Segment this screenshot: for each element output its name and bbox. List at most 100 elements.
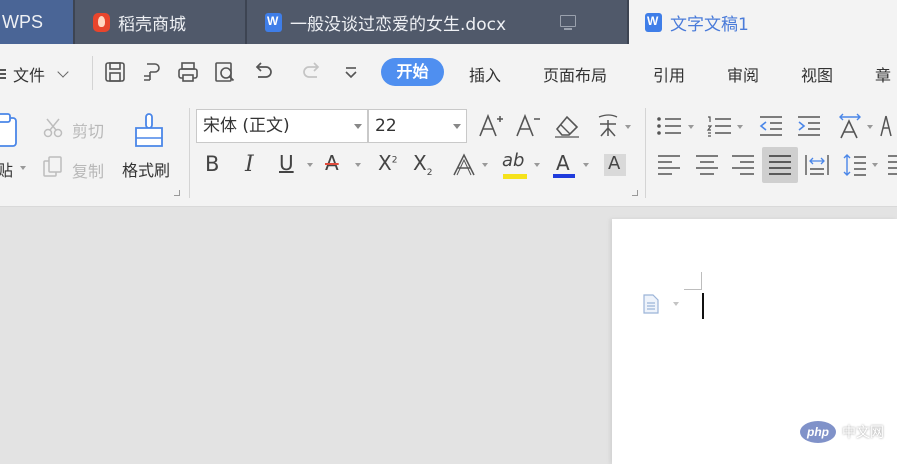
align-center-icon[interactable] (694, 154, 720, 176)
paste-icon[interactable] (0, 112, 20, 148)
chevron-down-icon (453, 124, 461, 129)
redo-icon[interactable] (301, 61, 323, 83)
font-color-icon[interactable]: A (556, 151, 570, 175)
character-shading-button[interactable]: A (604, 153, 626, 176)
text-direction-dropdown-icon[interactable] (867, 125, 873, 129)
line-spacing-dropdown-icon[interactable] (872, 163, 878, 167)
italic-icon[interactable]: I (245, 152, 254, 177)
word-doc-icon (645, 12, 662, 32)
decrease-indent-icon[interactable] (758, 114, 784, 138)
copy-icon[interactable] (42, 156, 64, 178)
tab-home[interactable]: 开始 (381, 58, 444, 86)
distributed-align-icon[interactable] (804, 153, 830, 177)
file-menu-label: 文件 (13, 66, 46, 85)
strikethrough-icon[interactable]: A (325, 151, 339, 175)
divider (92, 56, 93, 90)
tab-document-2-active[interactable]: 文字文稿1 (629, 0, 897, 44)
font-color-swatch (553, 174, 575, 178)
paste-label: 粘贴 (0, 161, 13, 180)
paragraph-mark-icon[interactable] (886, 154, 897, 176)
increase-indent-icon[interactable] (796, 114, 822, 138)
window-tab-bar: WPS 稻壳商城 一般没谈过恋爱的女生.docx 文字文稿1 (0, 0, 897, 44)
bold-icon[interactable]: B (205, 152, 219, 176)
paste-button[interactable]: 粘贴 (0, 157, 13, 185)
tab-view[interactable]: 视图 (801, 62, 833, 86)
bullet-list-icon[interactable] (656, 114, 682, 138)
chevron-down-icon (57, 66, 69, 78)
menu-icon (0, 69, 6, 79)
phonetic-dropdown-icon[interactable] (625, 125, 631, 129)
text-effect-icon[interactable] (452, 153, 476, 177)
tab-wps-home[interactable]: WPS (0, 0, 73, 44)
text-effect-dropdown-icon[interactable] (482, 163, 488, 167)
divider (189, 108, 190, 198)
underline-icon[interactable]: U (279, 151, 294, 175)
tab-chapter[interactable]: 章 (875, 62, 891, 86)
divider (645, 108, 646, 198)
font-dialog-launcher[interactable] (632, 190, 638, 196)
tab-doc2-label: 文字文稿1 (670, 14, 749, 35)
file-menu-button[interactable]: 文件 (0, 62, 69, 86)
format-painter-button[interactable]: 格式刷 (122, 157, 170, 181)
clipboard-dialog-launcher[interactable] (174, 190, 180, 196)
font-size-value: 22 (375, 116, 397, 136)
watermark-logo: php (800, 421, 836, 443)
phonetic-guide-icon[interactable] (596, 112, 622, 140)
tab-wps-label: WPS (2, 11, 44, 32)
paste-dropdown-icon[interactable] (20, 166, 26, 170)
sort-icon[interactable] (880, 114, 897, 138)
shrink-font-icon[interactable] (515, 113, 541, 139)
bullet-dropdown-icon[interactable] (688, 125, 694, 129)
subscript-icon[interactable]: X2 (413, 151, 432, 178)
menu-bar: 文件 开始 插入 页面布局 引用 审阅 视图 章 (0, 44, 897, 118)
scissors-icon[interactable] (42, 117, 64, 139)
cut-button[interactable]: 剪切 (72, 118, 104, 142)
highlight-color-swatch (503, 174, 527, 179)
highlight-dropdown-icon[interactable] (534, 163, 540, 167)
text-cursor (702, 293, 704, 319)
format-painter-icon[interactable] (132, 112, 166, 150)
text-direction-icon[interactable] (836, 111, 864, 139)
copy-button[interactable]: 复制 (72, 158, 104, 182)
tab-store-label: 稻壳商城 (118, 14, 186, 35)
docer-store-icon (93, 12, 110, 32)
tab-doc1-label: 一般没谈过恋爱的女生.docx (290, 14, 507, 35)
align-left-icon[interactable] (656, 154, 682, 176)
output-pdf-icon[interactable] (141, 61, 163, 83)
superscript-icon[interactable]: X2 (378, 151, 397, 175)
tab-insert[interactable]: 插入 (469, 62, 501, 86)
save-icon[interactable] (104, 61, 126, 83)
tab-references[interactable]: 引用 (653, 62, 685, 86)
font-size-select[interactable]: 22 (368, 109, 467, 143)
print-preview-icon[interactable] (214, 61, 236, 83)
font-color-dropdown-icon[interactable] (583, 163, 589, 167)
tab-review[interactable]: 审阅 (727, 62, 759, 86)
word-doc-icon (265, 12, 282, 32)
grow-font-icon[interactable] (478, 113, 504, 139)
watermark: php 中文网 (800, 421, 884, 443)
paragraph-layout-dropdown-icon[interactable] (673, 302, 679, 306)
margin-corner-mark (684, 289, 702, 290)
numbered-list-icon[interactable] (706, 114, 732, 138)
character-shading-icon: A (608, 153, 621, 174)
paragraph-layout-icon[interactable] (643, 294, 659, 314)
chevron-down-icon (354, 124, 362, 129)
align-right-icon[interactable] (730, 154, 756, 176)
strikethrough-dropdown-icon[interactable] (355, 163, 361, 167)
tab-docer-store[interactable]: 稻壳商城 (75, 0, 245, 44)
margin-corner-mark (701, 272, 702, 290)
undo-icon[interactable] (252, 61, 274, 83)
print-icon[interactable] (177, 61, 199, 83)
line-spacing-icon[interactable] (842, 152, 868, 178)
monitor-icon[interactable] (560, 15, 576, 30)
tab-page-layout[interactable]: 页面布局 (543, 62, 607, 86)
justify-icon (769, 155, 791, 175)
highlight-icon[interactable]: ab (502, 150, 524, 171)
font-name-value: 宋体 (正文) (203, 116, 290, 136)
numbered-dropdown-icon[interactable] (737, 125, 743, 129)
font-name-select[interactable]: 宋体 (正文) (196, 109, 368, 143)
clear-formatting-icon[interactable] (553, 113, 581, 139)
underline-dropdown-icon[interactable] (307, 163, 313, 167)
customize-toolbar-icon[interactable] (340, 61, 362, 83)
watermark-text: 中文网 (842, 425, 884, 441)
